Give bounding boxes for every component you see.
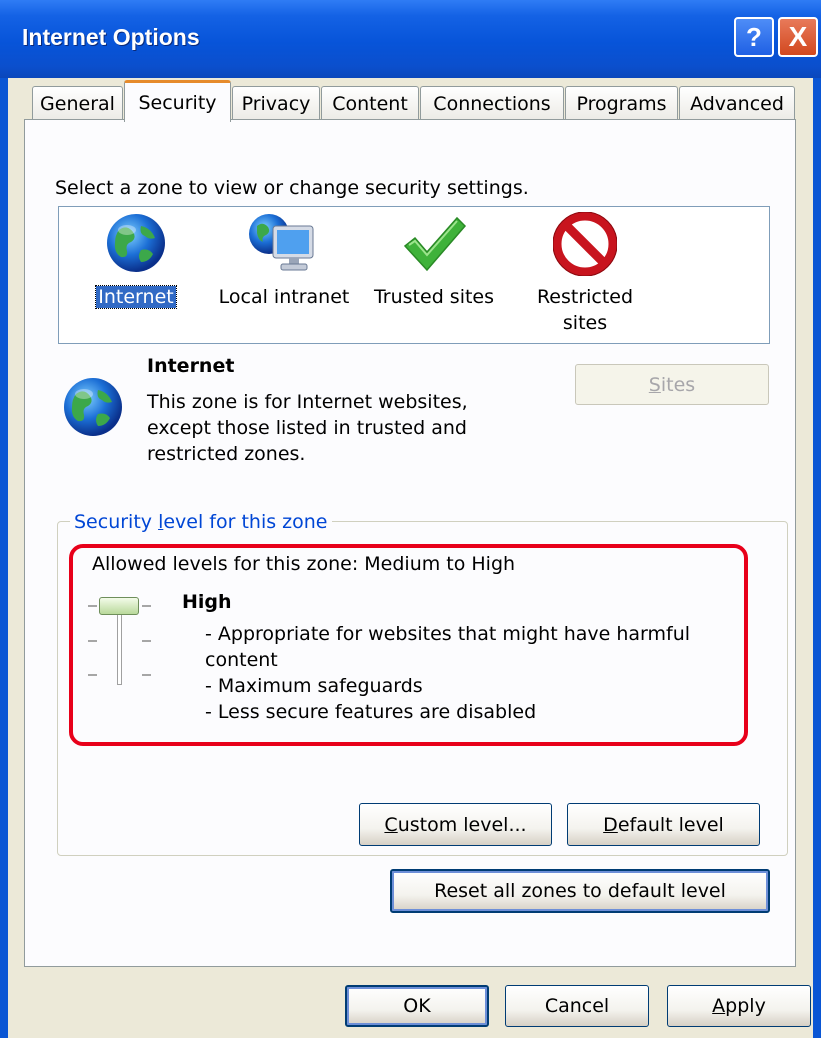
zone-local-intranet-label: Local intranet	[218, 286, 350, 308]
sites-button[interactable]: Sites	[575, 364, 769, 405]
apply-button[interactable]: Apply	[667, 985, 811, 1027]
custom-level-button[interactable]: Custom level...	[359, 803, 552, 846]
globe-icon	[107, 214, 165, 272]
intranet-icon	[249, 214, 314, 271]
apply-label: pply	[725, 995, 766, 1017]
zone-local-intranet[interactable]: Local intranet	[214, 212, 354, 310]
group-title-prefix: Security	[74, 511, 159, 533]
help-button[interactable]: ?	[734, 17, 774, 57]
zone-desc-line3: restricted zones.	[147, 443, 306, 465]
zone-internet[interactable]: Internet	[86, 212, 186, 310]
custom-level-label: ustom level...	[397, 813, 527, 836]
selected-zone-description: This zone is for Internet websites, exce…	[147, 389, 527, 467]
default-level-label: efault level	[617, 813, 724, 836]
cancel-button[interactable]: Cancel	[505, 985, 649, 1027]
tab-advanced[interactable]: Advanced	[679, 86, 795, 120]
close-button[interactable]: X	[778, 17, 818, 57]
title-bar[interactable]: Internet Options ? X	[0, 0, 821, 78]
zone-prompt: Select a zone to view or change security…	[55, 177, 529, 199]
ok-button[interactable]: OK	[345, 985, 489, 1027]
selected-zone-title: Internet	[147, 355, 235, 377]
sites-button-label: ites	[660, 373, 696, 396]
window-title: Internet Options	[22, 24, 200, 50]
checkmark-icon	[403, 216, 467, 272]
zone-trusted-sites[interactable]: Trusted sites	[364, 212, 504, 310]
group-title-rest: evel for this zone	[163, 511, 328, 533]
zone-restricted-sites-label: Restricted sites	[520, 284, 650, 336]
tab-security[interactable]: Security	[124, 80, 231, 122]
tab-general[interactable]: General	[32, 86, 123, 120]
security-level-group-title: Security level for this zone	[70, 511, 332, 533]
zone-restricted-label-line2: sites	[562, 312, 608, 334]
tab-connections[interactable]: Connections	[420, 86, 564, 120]
zone-restricted-sites[interactable]: Restricted sites	[520, 212, 650, 336]
sites-button-accel: S	[648, 373, 661, 396]
default-level-accel: D	[603, 813, 618, 836]
zone-desc-line1: This zone is for Internet websites,	[147, 391, 468, 413]
zone-internet-label: Internet	[95, 285, 177, 309]
zone-desc-line2: except those listed in trusted and	[147, 417, 467, 439]
apply-accel: A	[712, 995, 726, 1017]
zone-restricted-label-line1: Restricted	[536, 286, 634, 308]
highlight-annotation-box	[69, 544, 748, 746]
restricted-icon	[553, 212, 617, 276]
reset-all-zones-button[interactable]: Reset all zones to default level	[390, 869, 770, 913]
globe-icon	[64, 378, 122, 436]
tab-programs[interactable]: Programs	[565, 86, 678, 120]
custom-level-accel: C	[384, 813, 398, 836]
zone-trusted-sites-label: Trusted sites	[373, 286, 495, 308]
tab-privacy[interactable]: Privacy	[232, 86, 320, 120]
tab-content[interactable]: Content	[321, 86, 419, 120]
default-level-button[interactable]: Default level	[567, 803, 760, 846]
